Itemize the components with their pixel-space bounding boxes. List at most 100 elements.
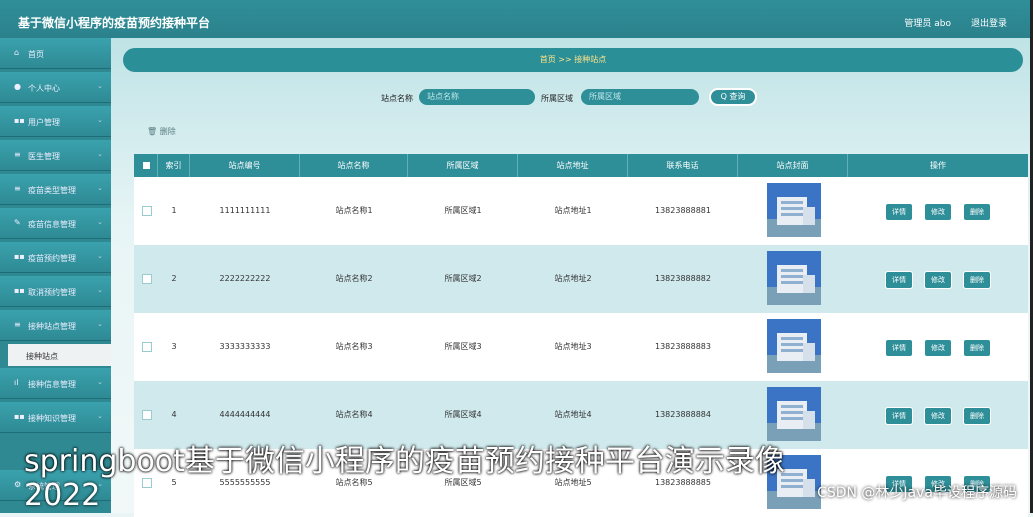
edit-button[interactable]: 修改 [924, 339, 952, 357]
sidebar-item-label: 接种信息管理 [28, 380, 76, 389]
grid-icon: ▪▪ [14, 286, 25, 295]
video-caption: springboot基于微信小程序的疫苗预约接种平台演示录像 [24, 444, 785, 479]
table-row: 2 2222222222 站点名称2 所属区域2 站点地址2 13823888882 详情修… [134, 245, 1028, 313]
sidebar-item-profile[interactable]: ● 个人中心 ⌄ [0, 72, 111, 103]
th-cover: 站点封面 [738, 154, 848, 177]
grid-icon: ▪▪ [14, 116, 25, 125]
header-select-all[interactable] [134, 154, 158, 177]
grid-icon: ▪▪ [14, 412, 25, 421]
detail-button[interactable]: 详情 [885, 407, 913, 425]
chevron-icon: ⌄ [97, 184, 103, 192]
th-actions: 操作 [930, 161, 946, 170]
chevron-icon: ⌄ [97, 82, 103, 90]
chevron-icon: ⌄ [97, 412, 103, 420]
cell-address: 站点地址2 [554, 274, 592, 283]
sidebar-item-users[interactable]: ▪▪ 用户管理 ⌄ [0, 106, 111, 137]
sidebar-item-label: 接种知识管理 [28, 414, 76, 423]
cell-area: 所属区域2 [444, 274, 482, 283]
sidebar-item-doctors[interactable]: ≡ 医生管理 ⌄ [0, 140, 111, 171]
delete-button[interactable]: 删除 [963, 203, 991, 221]
th-name: 站点名称 [300, 154, 408, 177]
sidebar-item-label: 取消预约管理 [28, 288, 76, 297]
list-icon: ≡ [14, 320, 21, 329]
detail-button[interactable]: 详情 [885, 203, 913, 221]
th-index: 索引 [158, 154, 190, 177]
delete-button[interactable]: 删除 [963, 271, 991, 289]
table-row: 3 3333333333 站点名称3 所属区域3 站点地址3 13823888883 详情修… [134, 313, 1028, 381]
sidebar-item-sites[interactable]: ≡ 接种站点管理 ⌄ [0, 310, 111, 341]
row-checkbox[interactable] [142, 274, 152, 284]
sidebar-item-label: 接种站点管理 [28, 322, 76, 331]
chevron-icon: ⌄ [97, 378, 103, 386]
sidebar-subitem-sites[interactable]: 接种站点 [8, 344, 111, 366]
site-cover-image [767, 183, 821, 237]
edit-icon: ✎ [14, 218, 21, 227]
cell-address: 站点地址1 [554, 206, 592, 215]
sidebar-item-vaccine-types[interactable]: ≡ 疫苗类型管理 ⌄ [0, 174, 111, 205]
batch-delete-label: 删除 [159, 127, 176, 136]
chevron-icon: ⌄ [97, 252, 103, 260]
cell-area: 所属区域3 [444, 342, 482, 351]
cell-name: 站点名称2 [335, 274, 373, 283]
delete-button[interactable]: 删除 [963, 407, 991, 425]
search-button[interactable]: Q 查询 [709, 88, 757, 106]
cell-code: 3333333333 [219, 342, 271, 351]
search-area-label: 所属区域 [541, 94, 573, 103]
sidebar-item-label: 个人中心 [28, 84, 60, 93]
list-icon: ≡ [14, 150, 21, 159]
sidebar-item-appointments[interactable]: ▪▪ 疫苗预约管理 ⌄ [0, 242, 111, 273]
search-area-input[interactable]: 所属区域 [581, 89, 699, 105]
home-icon: ⌂ [14, 48, 20, 57]
cell-code: 1111111111 [219, 206, 271, 215]
site-cover-image [767, 251, 821, 305]
watermark: CSDN @林少Java毕设程序源码 [817, 485, 1017, 501]
batch-delete-button[interactable]: 🗑 删除 [147, 126, 176, 137]
edit-button[interactable]: 修改 [924, 407, 952, 425]
th-address: 站点地址 [518, 154, 628, 177]
cell-area: 所属区域1 [444, 206, 482, 215]
detail-button[interactable]: 详情 [885, 271, 913, 289]
gear-icon: ⚙ [14, 480, 22, 489]
sidebar-item-label: 疫苗类型管理 [28, 186, 76, 195]
search-name-label: 站点名称 [381, 94, 413, 103]
list-icon: ≡ [14, 184, 21, 193]
search-name-input[interactable]: 站点名称 [419, 89, 535, 105]
logout-link[interactable]: 退出登录 [971, 16, 1007, 29]
sidebar-item-vaccine-info[interactable]: ✎ 疫苗信息管理 ⌄ [0, 208, 111, 239]
table-header: 索引 站点编号 站点名称 所属区域 站点地址 联系电话 站点封面 操作 [134, 154, 1028, 177]
sidebar-item-label: 首页 [28, 50, 44, 59]
cell-name: 站点名称1 [335, 206, 373, 215]
th-code: 站点编号 [190, 154, 300, 177]
cell-index: 1 [171, 206, 177, 215]
edit-button[interactable]: 修改 [924, 203, 952, 221]
cell-index: 3 [171, 342, 177, 351]
detail-button[interactable]: 详情 [885, 339, 913, 357]
chevron-icon: ⌄ [97, 286, 103, 294]
table-row: 1 1111111111 站点名称1 所属区域1 站点地址1 13823888881 详情修… [134, 177, 1028, 245]
sidebar-item-knowledge[interactable]: ▪▪ 接种知识管理 ⌄ [0, 402, 111, 433]
breadcrumb: 首页 >> 接种站点 [123, 48, 1023, 72]
delete-button[interactable]: 删除 [963, 339, 991, 357]
app-title: 基于微信小程序的疫苗预约接种平台 [18, 16, 211, 30]
cell-phone: 13823888882 [655, 274, 711, 283]
cell-phone: 13823888881 [655, 206, 711, 215]
cell-phone: 13823888883 [655, 342, 711, 351]
site-cover-image [767, 319, 821, 373]
th-area: 所属区域 [408, 154, 518, 177]
sidebar-item-label: 疫苗信息管理 [28, 220, 76, 229]
site-cover-image [767, 387, 821, 441]
row-checkbox[interactable] [142, 410, 152, 420]
sidebar-item-cancellations[interactable]: ▪▪ 取消预约管理 ⌄ [0, 276, 111, 307]
sidebar-item-label: 医生管理 [28, 152, 60, 161]
cell-index: 2 [171, 274, 177, 283]
row-checkbox[interactable] [142, 206, 152, 216]
sidebar-item-label: 用户管理 [28, 118, 60, 127]
video-caption-year: 2022 [24, 478, 101, 513]
row-checkbox[interactable] [142, 342, 152, 352]
edit-button[interactable]: 修改 [924, 271, 952, 289]
cell-name: 站点名称3 [335, 342, 373, 351]
sidebar-item-vaccinations[interactable]: ıl 接种信息管理 ⌄ [0, 368, 111, 399]
grid-icon: ▪▪ [14, 252, 25, 261]
sidebar-item-home[interactable]: ⌂ 首页 [0, 38, 111, 69]
bar-icon: ıl [14, 378, 19, 387]
